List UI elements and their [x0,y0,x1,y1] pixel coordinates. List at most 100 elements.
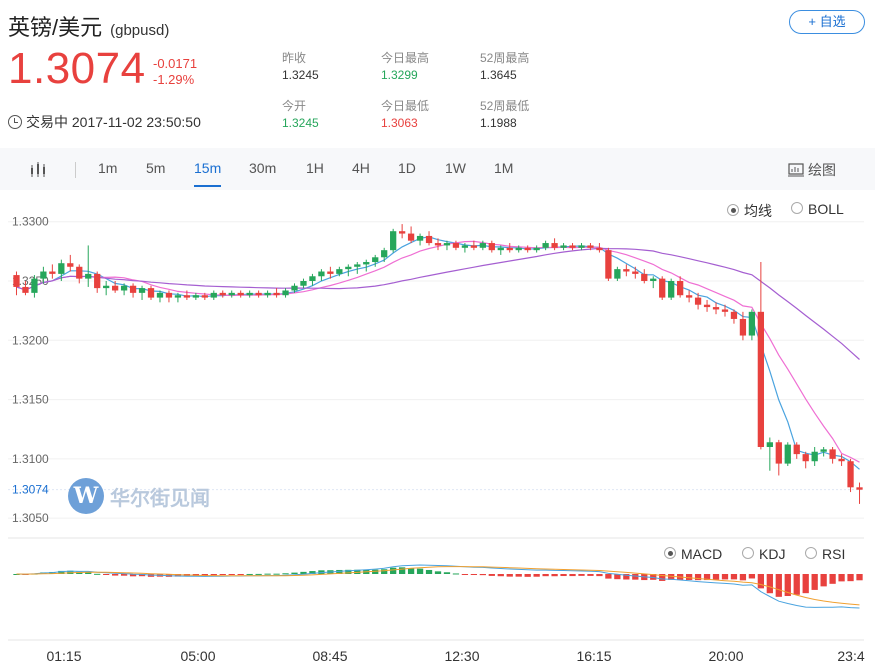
candle-body [201,295,208,298]
candle-body [739,318,747,336]
macd-histogram-bar [596,574,603,577]
candle-body [40,271,47,279]
macd-histogram-bar [829,574,836,584]
chart-toolbar: 1m 5m 15m 30m 1H 4H 1D 1W 1M 绘图 [0,148,875,190]
x-tick-label: 16:15 [576,648,611,664]
current-price-label: 1.3074 [12,483,49,497]
macd-histogram-bar [569,574,576,577]
watermark: W 华尔街见闻 [68,478,210,516]
candle-body [390,231,397,251]
candle-body [416,235,424,241]
interval-1w[interactable]: 1W [445,160,466,176]
radio-selected-icon [664,547,676,559]
candle-body [524,247,531,251]
candle-body [488,243,495,251]
overlay-boll-option[interactable]: BOLL [791,201,844,217]
macd-histogram-bar [632,574,639,580]
candle-body [165,292,173,298]
candle-body [300,281,307,286]
candle-body [354,264,361,267]
change-value: -0.0171 [153,56,198,71]
candle-body [730,311,738,319]
macd-histogram-bar [488,574,495,576]
stat-label: 52周最低 [480,99,530,113]
interval-5m[interactable]: 5m [146,160,165,176]
candle-body [138,288,146,293]
candle-body [569,245,576,248]
macd-histogram-bar [120,574,128,576]
y-tick-label: 1.3100 [12,452,49,466]
stat-value: 1.3245 [282,68,319,82]
add-watchlist-button[interactable]: + 自选 [789,10,865,34]
macd-histogram-bar [103,574,110,575]
pair-name: 英镑/美元 [8,15,103,40]
candle-body [282,290,289,296]
interval-30m[interactable]: 30m [249,160,276,176]
indicator-kdj-option[interactable]: KDJ [742,546,785,562]
x-tick-label: 20:00 [708,648,743,664]
macd-histogram-bar [739,574,747,581]
macd-histogram-bar [793,574,800,595]
candle-body [336,269,343,274]
macd-histogram-bar [291,572,298,574]
candle-body [425,235,433,244]
candle-body [237,292,244,296]
candle-body [147,288,155,298]
macd-histogram-bar [730,574,738,580]
stat-value: 1.3063 [381,116,418,130]
interval-1d[interactable]: 1D [398,160,416,176]
watermark-text: 华尔街见闻 [110,485,210,510]
macd-histogram-bar [775,574,782,597]
candle-body [103,285,110,289]
candle-body [318,271,325,277]
candle-body [542,243,549,248]
macd-histogram-bar [766,574,773,594]
candle-body [766,442,773,447]
macd-histogram-bar [479,574,486,576]
macd-histogram-bar [515,574,522,577]
x-tick-label: 08:45 [312,648,347,664]
macd-histogram-bar [398,567,406,574]
candlestick-icon[interactable] [30,162,48,178]
price-chart[interactable]: 1.33001.32501.32001.31501.31001.30501.30… [0,190,875,672]
macd-histogram-bar [506,574,513,577]
macd-histogram-bar [524,574,531,577]
interval-1m[interactable]: 1m [98,160,117,176]
change-percent: -1.29% [153,72,195,87]
candle-body [13,275,20,287]
interval-15m[interactable]: 15m [194,160,222,187]
y-tick-label: 1.3300 [12,215,49,229]
interval-1mo[interactable]: 1M [494,160,513,176]
macd-histogram-bar [94,573,101,575]
candle-body [721,309,729,312]
stat-value: 1.3645 [480,68,517,82]
candle-body [174,295,182,298]
stat-prev-close: 昨收 1.3245 [282,50,319,84]
macd-histogram-bar [390,567,397,574]
candle-body [255,292,262,296]
candle-body [802,454,809,462]
indicator-kdj-label: KDJ [759,546,786,562]
draw-tool-button[interactable]: 绘图 [788,160,836,180]
candle-body [659,278,666,298]
macd-histogram-bar [497,574,504,577]
macd-histogram-bar [847,574,854,582]
indicator-rsi-option[interactable]: RSI [805,546,845,562]
macd-histogram-bar [757,574,765,589]
candle-body [470,245,478,248]
candle-body [363,262,370,265]
candle-body [605,250,612,279]
interval-4h[interactable]: 4H [352,160,370,176]
indicator-macd-option[interactable]: MACD [664,546,722,562]
macd-histogram-bar [721,574,729,580]
interval-1h[interactable]: 1H [306,160,324,176]
overlay-ma-option[interactable]: 均线 [727,201,772,221]
clock-icon [8,115,22,129]
candle-body [309,276,316,281]
candle-body [685,295,693,298]
x-tick-label: 01:15 [46,648,81,664]
candle-body [461,245,469,248]
candle-body [838,458,845,462]
last-price: 1.3074 [8,44,146,93]
candle-body [632,271,639,274]
